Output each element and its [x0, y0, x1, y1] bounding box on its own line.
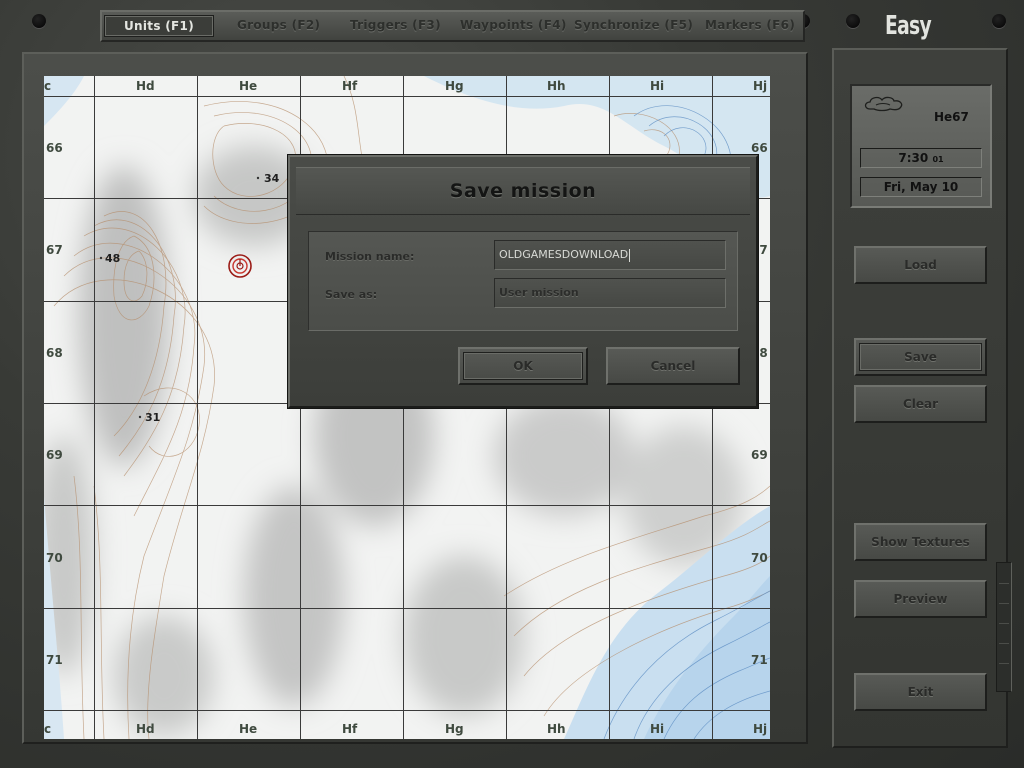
cancel-button[interactable]: Cancel: [606, 347, 740, 385]
column-label: Hj: [753, 722, 767, 736]
player-position-icon[interactable]: [228, 254, 252, 278]
date-value: Fri, May 10: [883, 180, 959, 194]
tab-markers[interactable]: Markers (F6): [705, 15, 795, 35]
mission-name-input[interactable]: OLDGAMESDOWNLOAD: [494, 240, 726, 270]
save-mission-dialog: Save mission Mission name: OLDGAMESDOWNL…: [288, 155, 758, 408]
tab-waypoints[interactable]: Waypoints (F4): [460, 15, 567, 35]
save-as-value: User mission: [499, 286, 579, 299]
time-value: 7:30: [898, 151, 929, 165]
load-button-label: Load: [904, 258, 937, 272]
elevation-label: 34: [264, 172, 280, 185]
map-column-labels-bottom: c Hd He Hf Hg Hh Hi Hj: [44, 722, 767, 736]
ok-button[interactable]: OK: [458, 347, 588, 385]
exit-button-label: Exit: [907, 685, 934, 699]
row-label: 71: [751, 653, 768, 667]
column-label: Hg: [445, 79, 464, 93]
save-button[interactable]: Save: [854, 338, 987, 376]
column-label: Hf: [342, 79, 358, 93]
tab-units[interactable]: Units (F1): [104, 15, 214, 37]
grid-reference: He67: [934, 110, 969, 124]
row-label: 66: [751, 141, 768, 155]
ok-button-label: OK: [513, 359, 533, 373]
difficulty-indicator: Easy: [885, 11, 932, 41]
row-label: 66: [46, 141, 63, 155]
column-label: c: [44, 722, 51, 736]
column-label: Hi: [650, 722, 664, 736]
clear-button-label: Clear: [902, 397, 939, 411]
save-as-label: Save as:: [325, 288, 378, 301]
column-label: Hi: [650, 79, 664, 93]
column-label: c: [44, 79, 51, 93]
clear-button[interactable]: Clear: [854, 385, 987, 423]
row-label: 67: [46, 243, 63, 257]
tab-synchronize[interactable]: Synchronize (F5): [574, 15, 693, 35]
preview-button-label: Preview: [893, 592, 948, 606]
row-label: 71: [46, 653, 63, 667]
time-display: 7:30 01: [860, 148, 982, 168]
column-label: Hd: [136, 722, 155, 736]
column-label: Hj: [753, 79, 767, 93]
date-display: Fri, May 10: [860, 177, 982, 197]
mission-name-value: OLDGAMESDOWNLOAD: [499, 248, 629, 261]
tab-triggers[interactable]: Triggers (F3): [350, 15, 441, 35]
column-label: Hd: [136, 79, 155, 93]
load-button[interactable]: Load: [854, 246, 987, 284]
row-label: 68: [46, 346, 63, 360]
time-seconds: 01: [932, 155, 944, 164]
cancel-button-label: Cancel: [650, 359, 696, 373]
tab-groups[interactable]: Groups (F2): [237, 15, 320, 35]
mission-name-label: Mission name:: [325, 250, 415, 263]
save-button-label: Save: [904, 350, 937, 364]
elevation-label: 31: [145, 411, 160, 424]
cloud-icon: [864, 96, 903, 112]
column-label: He: [239, 79, 257, 93]
row-label: 70: [751, 551, 768, 565]
row-label: 69: [751, 448, 768, 462]
side-slider[interactable]: [996, 562, 1012, 692]
mission-info-display: He67 7:30 01 Fri, May 10: [850, 84, 992, 208]
rivet: [992, 14, 1006, 28]
save-as-select[interactable]: User mission: [494, 278, 726, 308]
preview-button[interactable]: Preview: [854, 580, 987, 618]
dialog-title: Save mission: [296, 167, 750, 215]
show-textures-button[interactable]: Show Textures: [854, 523, 987, 561]
map-column-labels-top: c Hd He Hf Hg Hh Hi Hj: [44, 79, 767, 93]
row-label: 69: [46, 448, 63, 462]
column-label: Hh: [547, 79, 566, 93]
dialog-fields-panel: Mission name: OLDGAMESDOWNLOAD Save as: …: [308, 231, 738, 331]
column-label: He: [239, 722, 257, 736]
column-label: Hg: [445, 722, 464, 736]
elevation-label: 48: [105, 252, 120, 265]
column-label: Hf: [342, 722, 358, 736]
exit-button[interactable]: Exit: [854, 673, 987, 711]
row-label: 70: [46, 551, 63, 565]
text-caret: [629, 248, 631, 262]
rivet: [32, 14, 46, 28]
rivet: [846, 14, 860, 28]
column-label: Hh: [547, 722, 566, 736]
show-textures-button-label: Show Textures: [871, 535, 970, 549]
